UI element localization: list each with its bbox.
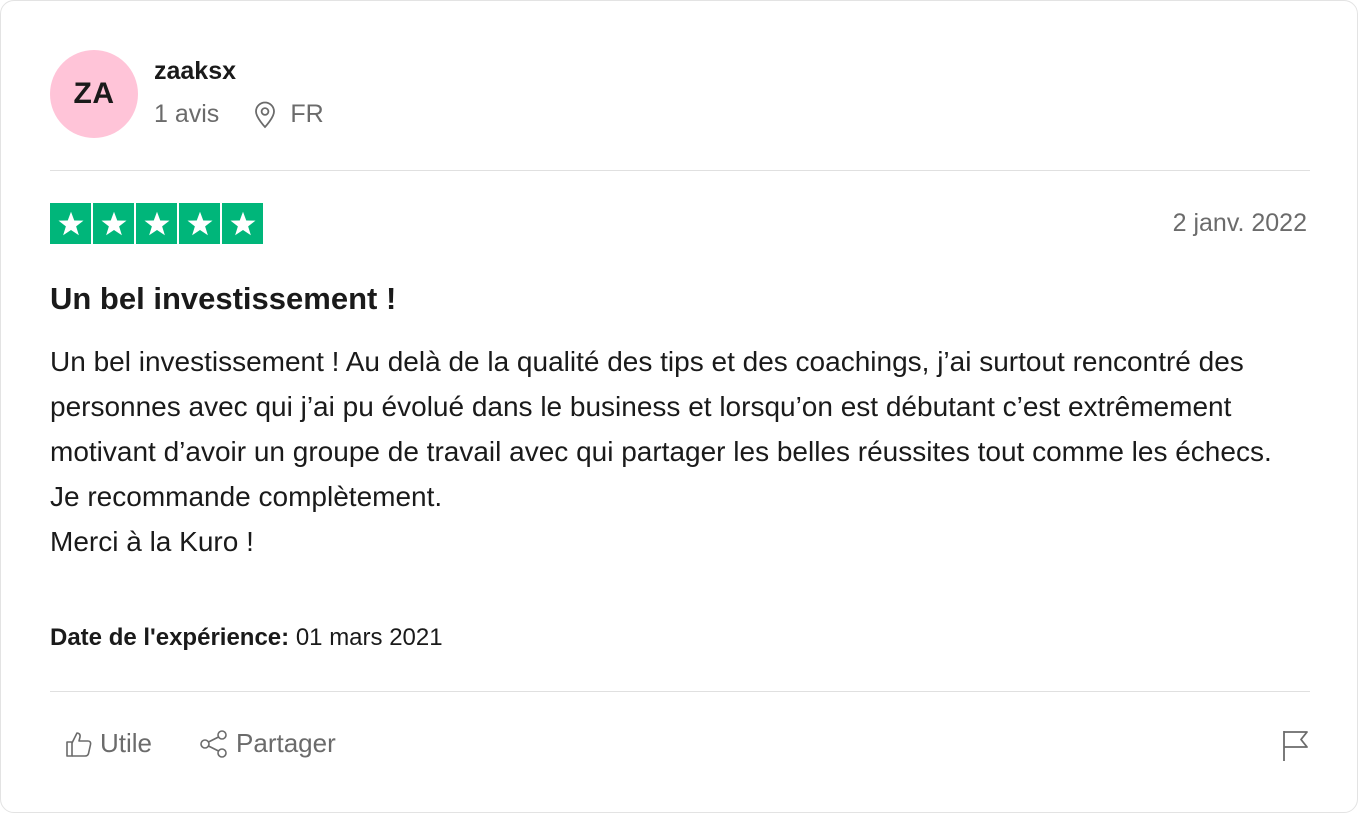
flag-icon: [1283, 731, 1308, 761]
review-card: ZA zaaksx 1 avis FR 2 janv. 2022 Un bel …: [0, 0, 1358, 813]
experience-date-label: Date de l'expérience:: [50, 624, 290, 651]
report-button[interactable]: [1281, 729, 1311, 768]
avatar[interactable]: ZA: [50, 50, 138, 138]
location-pin-icon: [252, 101, 278, 129]
useful-label: Utile: [100, 728, 153, 758]
star-icon: [222, 203, 263, 244]
star-icon: [136, 203, 177, 244]
review-title: Un bel investissement !: [50, 281, 397, 316]
reviewer-meta: 1 avis FR: [154, 100, 324, 129]
share-icon: [200, 729, 227, 758]
divider: [50, 691, 1310, 692]
review-actions: Utile Partager: [64, 728, 336, 759]
reviewer-country: FR: [290, 100, 324, 128]
review-count: 1 avis: [154, 100, 220, 128]
review-paragraph: Un bel investissement ! Au delà de la qu…: [50, 346, 1272, 467]
star-icon: [50, 203, 91, 244]
star-rating: [50, 203, 263, 244]
experience-date: Date de l'expérience: 01 mars 2021: [50, 624, 443, 652]
share-label: Partager: [236, 728, 336, 758]
review-body: Un bel investissement ! Au delà de la qu…: [50, 339, 1310, 564]
star-icon: [179, 203, 220, 244]
thumbs-up-icon: [66, 731, 92, 757]
star-icon: [93, 203, 134, 244]
divider: [50, 170, 1310, 171]
avatar-initials: ZA: [73, 77, 115, 110]
review-paragraph: Merci à la Kuro !: [50, 526, 254, 557]
experience-date-value: 01 mars 2021: [295, 624, 443, 651]
review-paragraph: Je recommande complètement.: [50, 481, 443, 512]
reviewer-name[interactable]: zaaksx: [154, 57, 236, 86]
share-button[interactable]: Partager: [198, 728, 336, 759]
useful-button[interactable]: Utile: [64, 728, 152, 759]
review-date: 2 janv. 2022: [1172, 209, 1307, 237]
